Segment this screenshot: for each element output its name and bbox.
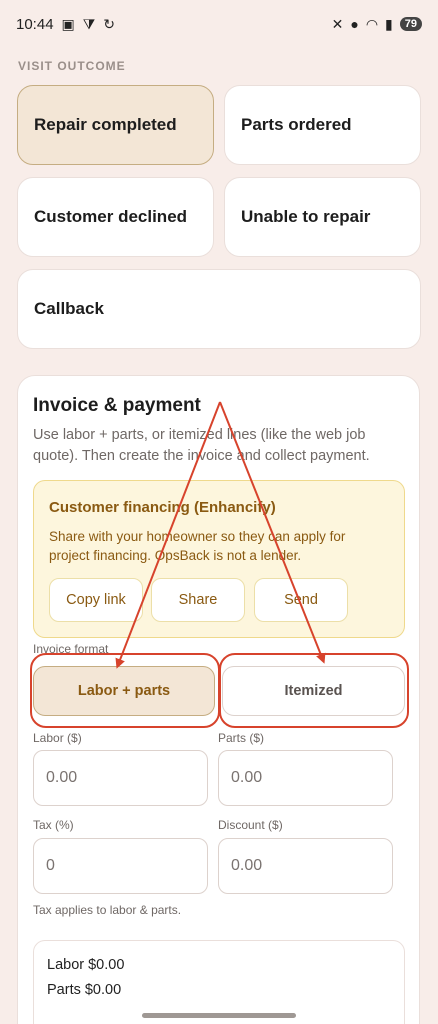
share-button[interactable]: Share xyxy=(151,578,245,622)
format-labor-parts-button[interactable]: Labor + parts xyxy=(33,666,215,716)
battery-icon: 79 xyxy=(399,17,422,31)
invoice-format-label: Invoice format xyxy=(33,642,109,656)
visit-outcome-label: VISIT OUTCOME xyxy=(18,59,126,73)
signal-icon: ▮ xyxy=(385,16,393,32)
invoice-title: Invoice & payment xyxy=(33,395,201,416)
status-time: 10:44 xyxy=(16,15,54,33)
outcome-unable-to-repair[interactable]: Unable to repair xyxy=(224,177,421,257)
outcome-repair-completed[interactable]: Repair completed xyxy=(17,85,214,165)
status-bar: 10:44 ▣ ⧩ ↻ ✕ ● ◠ ▮ 79 xyxy=(0,0,438,48)
tax-label: Tax (%) xyxy=(33,818,74,832)
outcome-parts-ordered[interactable]: Parts ordered xyxy=(224,85,421,165)
summary-parts: Parts $0.00 xyxy=(47,982,122,998)
invoice-description: Use labor + parts, or itemized lines (li… xyxy=(33,427,370,464)
outcome-customer-declined[interactable]: Customer declined xyxy=(17,177,214,257)
parts-label: Parts ($) xyxy=(218,731,265,745)
format-itemized-button[interactable]: Itemized xyxy=(222,666,405,716)
screenshot-icon: ▣ xyxy=(61,16,75,32)
cast-icon: ⧩ xyxy=(82,16,96,32)
home-indicator[interactable] xyxy=(142,1013,296,1018)
tax-input[interactable] xyxy=(33,838,208,894)
outcome-callback[interactable]: Callback xyxy=(17,269,421,349)
financing-description: Share with your homeowner so they can ap… xyxy=(49,529,346,563)
tax-note: Tax applies to labor & parts. xyxy=(33,903,182,917)
discount-input[interactable] xyxy=(218,838,393,894)
labor-input[interactable] xyxy=(33,750,208,806)
mute-icon: ✕ xyxy=(331,16,344,32)
sync-icon: ↻ xyxy=(103,16,116,32)
send-button[interactable]: Send xyxy=(254,578,348,622)
discount-label: Discount ($) xyxy=(218,818,283,832)
summary-labor: Labor $0.00 xyxy=(47,957,125,973)
copy-link-button[interactable]: Copy link xyxy=(49,578,143,622)
parts-input[interactable] xyxy=(218,750,393,806)
financing-title: Customer financing (Enhancify) xyxy=(49,499,276,516)
location-icon: ● xyxy=(350,16,359,32)
wifi-icon: ◠ xyxy=(365,16,379,32)
labor-label: Labor ($) xyxy=(33,731,82,745)
